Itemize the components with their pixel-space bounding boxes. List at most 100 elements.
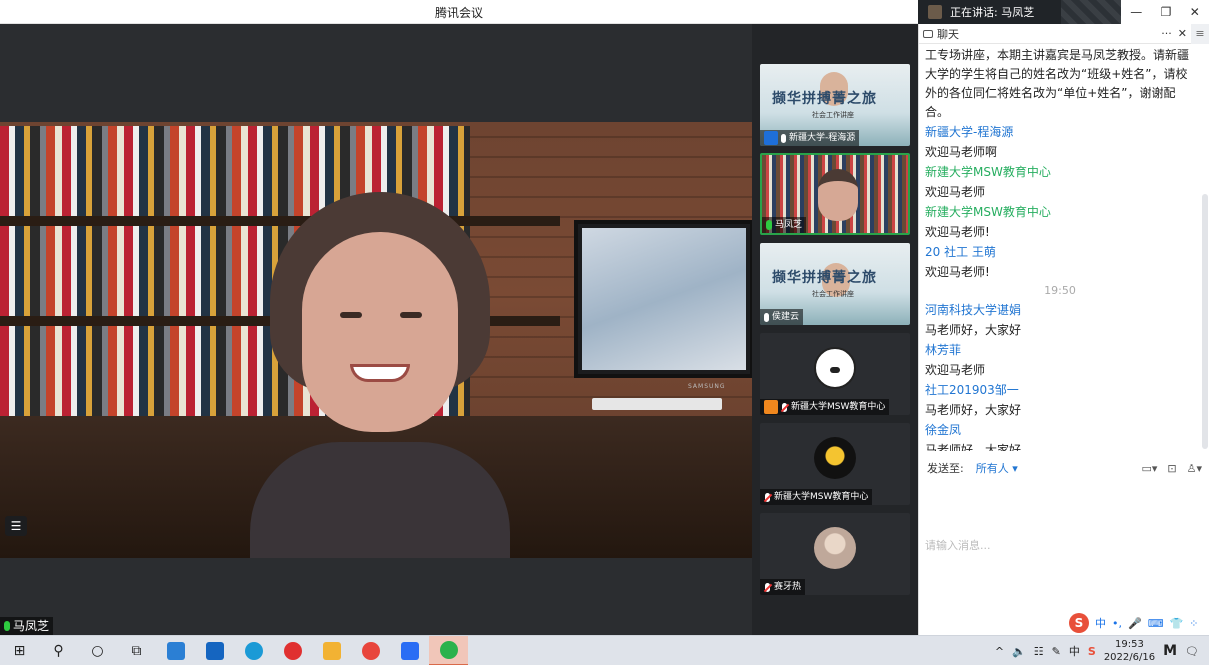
- ime-toolbox-icon[interactable]: ⁘: [1189, 617, 1198, 630]
- mic-muted-icon: [781, 402, 788, 412]
- main-video[interactable]: SAMSUNG ☰ 马凤芝: [0, 24, 752, 635]
- taskbar-apps: ⊞ ⚲ ○ ⧉: [0, 636, 468, 665]
- send-to-row: 发送至: 所有人 ▾ ▭▾ ⊡ ♙▾: [919, 458, 1209, 478]
- mention-user-icon[interactable]: ♙▾: [1187, 462, 1202, 475]
- restore-button[interactable]: ❐: [1161, 5, 1172, 19]
- user-icon: [764, 131, 778, 145]
- chat-input[interactable]: [925, 480, 1203, 610]
- clock-date: 2022/6/16: [1103, 652, 1156, 663]
- chrome-icon[interactable]: [351, 636, 390, 665]
- ime-voice-icon[interactable]: 🎤: [1128, 617, 1142, 630]
- time-divider: 19:50: [1044, 284, 1076, 297]
- notification-icon[interactable]: 🗨: [1185, 645, 1199, 658]
- app-logo-icon[interactable]: M: [1163, 643, 1177, 659]
- chat-messages[interactable]: 工专场讲座，本期主讲嘉宾是马凤芝教授。请新疆大学的学生将自己的姓名改为“班级+姓…: [919, 46, 1201, 451]
- close-button[interactable]: ✕: [1190, 5, 1200, 19]
- netease-music-icon[interactable]: [273, 636, 312, 665]
- banner-subtitle: 社会工作讲座: [812, 290, 854, 298]
- participant-nameplate: 侯建云: [760, 309, 804, 325]
- message-sender: 林芳菲: [925, 343, 962, 357]
- list-view-button[interactable]: ☰: [5, 516, 27, 536]
- window-title: 腾讯会议: [434, 6, 483, 20]
- task-view-icon[interactable]: ⧉: [117, 636, 156, 665]
- ime-indicator[interactable]: 中: [1069, 643, 1080, 659]
- search-icon[interactable]: ⚲: [39, 636, 78, 665]
- tencent-meeting-icon[interactable]: [390, 636, 429, 665]
- chat-close-button[interactable]: ✕: [1178, 27, 1187, 40]
- mail-icon[interactable]: [195, 636, 234, 665]
- message-text: 马老师好，大家好: [925, 323, 1022, 337]
- participant-tile[interactable]: 撷华拼搏菁之旅 社会工作讲座 新疆大学-程海源: [760, 64, 910, 146]
- participant-nameplate: 新疆大学MSW教育中心: [760, 399, 890, 415]
- banner-title: 撷华拼搏菁之旅: [772, 91, 877, 107]
- speaker-person: [250, 192, 510, 558]
- user-icon: [764, 400, 778, 414]
- banner-title: 撷华拼搏菁之旅: [772, 270, 877, 286]
- file-share-icon[interactable]: ▭▾: [1141, 462, 1157, 475]
- side-menu-icon[interactable]: ≡: [1191, 24, 1209, 44]
- send-to-dropdown[interactable]: 所有人 ▾: [976, 460, 1018, 476]
- message-sender: 20 社工 王萌: [925, 245, 996, 259]
- system-tray: ^ 🔈 ☷ ✎ 中 S 19:53 2022/6/16 M 🗨: [995, 636, 1209, 665]
- start-icon[interactable]: ⊞: [0, 636, 39, 665]
- intro-message: 工专场讲座，本期主讲嘉宾是马凤芝教授。请新疆大学的学生将自己的姓名改为“班级+姓…: [925, 48, 1190, 119]
- system-clock[interactable]: 19:53 2022/6/16: [1104, 638, 1155, 664]
- more-options-button[interactable]: ···: [1161, 27, 1172, 40]
- monitor-brand: SAMSUNG: [688, 383, 726, 390]
- participant-name: 马凤芝: [775, 220, 803, 230]
- chat-panel: 聊天 ··· ✕ ≡ 工专场讲座，本期主讲嘉宾是马凤芝教授。请新疆大学的学生将自…: [918, 24, 1209, 635]
- main-speaker-nameplate: 马凤芝: [0, 617, 54, 635]
- title-bar: 腾讯会议: [0, 0, 918, 24]
- background-monitor: SAMSUNG: [574, 220, 752, 390]
- chat-scrollbar[interactable]: [1202, 194, 1208, 449]
- mic-active-icon: [766, 220, 772, 230]
- message-sender: 新疆大学-程海源: [925, 125, 1014, 139]
- participant-nameplate: 新疆大学MSW教育中心: [760, 489, 873, 505]
- store-icon[interactable]: [156, 636, 195, 665]
- mic-muted-icon: [764, 582, 771, 592]
- participant-tile[interactable]: 赛牙热: [760, 513, 910, 595]
- message-text: 欢迎马老师!: [925, 225, 990, 239]
- participant-tile[interactable]: 新疆大学MSW教育中心: [760, 423, 910, 505]
- message-sender: 河南科技大学谌娟: [925, 303, 1022, 317]
- screenshot-icon[interactable]: ⊡: [1167, 462, 1176, 475]
- banner-subtitle: 社会工作讲座: [812, 111, 854, 119]
- participant-name: 侯建云: [772, 312, 800, 322]
- speaker-video-feed: SAMSUNG: [0, 122, 752, 558]
- sogou-tray-icon[interactable]: S: [1088, 645, 1096, 658]
- speaker-avatar: [928, 5, 942, 19]
- speaking-bar-decoration: [1061, 0, 1121, 24]
- minimize-button[interactable]: —: [1130, 5, 1142, 19]
- ime-punctuation-icon[interactable]: •,: [1112, 617, 1122, 630]
- photo-avatar: [814, 527, 856, 569]
- participant-name: 新疆大学-程海源: [789, 133, 856, 143]
- dog-avatar: [814, 347, 856, 389]
- chat-title: 聊天: [937, 27, 959, 41]
- mic-active-icon: [4, 621, 10, 631]
- ime-skin-icon[interactable]: 👕: [1170, 617, 1184, 630]
- taskbar: ⊞ ⚲ ○ ⧉ ^ 🔈 ☷ ✎ 中 S 19:53 2022/6/16 M 🗨: [0, 635, 1209, 665]
- file-explorer-icon[interactable]: [312, 636, 351, 665]
- sogou-logo-icon[interactable]: S: [1069, 613, 1089, 633]
- volume-icon[interactable]: 🔈: [1012, 645, 1026, 658]
- participant-nameplate: 新疆大学-程海源: [760, 130, 860, 146]
- pen-icon[interactable]: ✎: [1052, 645, 1061, 658]
- ime-chinese-mode[interactable]: 中: [1095, 615, 1106, 631]
- ime-keyboard-icon[interactable]: ⌨: [1148, 617, 1164, 630]
- participant-gallery: 撷华拼搏菁之旅 社会工作讲座 新疆大学-程海源 马凤芝 撷华拼搏菁之旅 社会工作…: [752, 24, 918, 635]
- participant-tile[interactable]: 马凤芝: [760, 153, 910, 235]
- message-text: 欢迎马老师: [925, 363, 986, 377]
- main-speaker-name: 马凤芝: [13, 619, 50, 633]
- participant-nameplate: 赛牙热: [760, 579, 806, 595]
- message-sender: 新建大学MSW教育中心: [925, 165, 1051, 179]
- edge-icon[interactable]: [234, 636, 273, 665]
- tray-chevron-icon[interactable]: ^: [995, 645, 1004, 658]
- send-to-label: 发送至:: [927, 462, 964, 475]
- window-controls: — ❐ ✕: [1121, 0, 1209, 24]
- participant-tile[interactable]: 新疆大学MSW教育中心: [760, 333, 910, 415]
- participant-tile[interactable]: 撷华拼搏菁之旅 社会工作讲座 侯建云: [760, 243, 910, 325]
- message-text: 欢迎马老师啊: [925, 145, 998, 159]
- cortana-icon[interactable]: ○: [78, 636, 117, 665]
- network-icon[interactable]: ☷: [1034, 645, 1044, 658]
- wechat-icon[interactable]: [429, 636, 468, 665]
